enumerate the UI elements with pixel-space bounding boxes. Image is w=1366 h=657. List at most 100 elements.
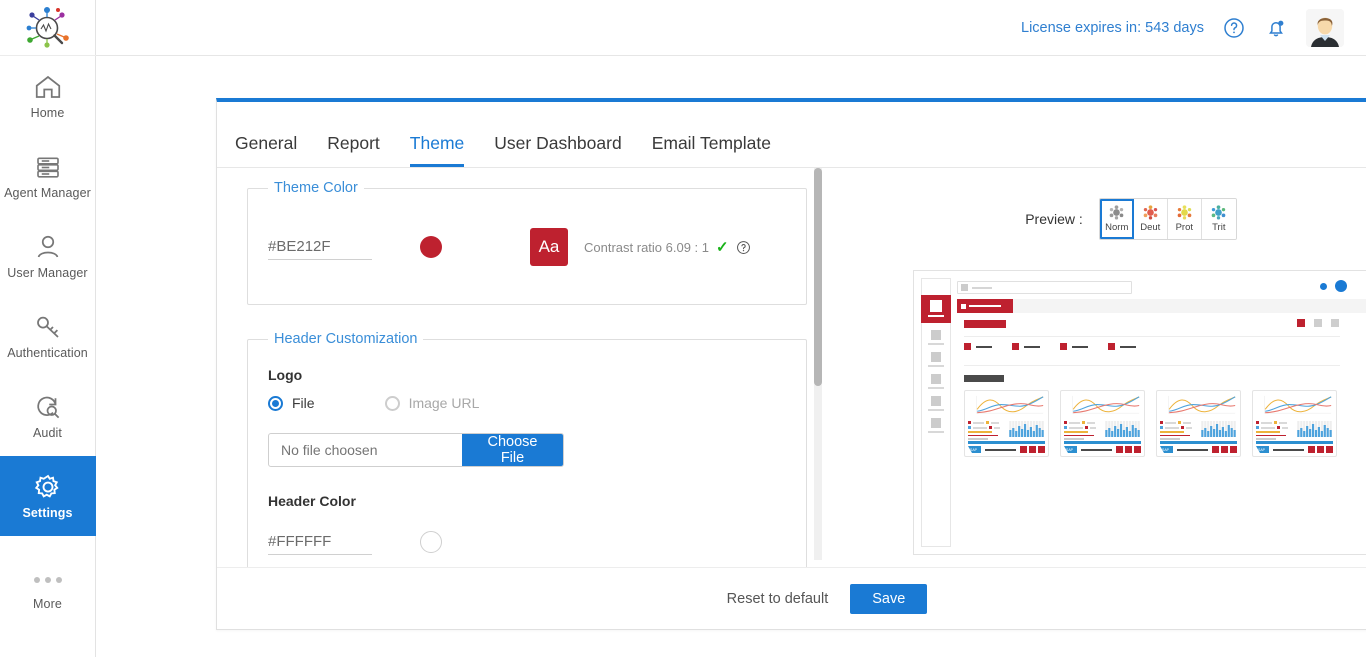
vision-mode-label: Deut bbox=[1140, 222, 1161, 233]
server-icon bbox=[36, 157, 59, 178]
sidebar-item-label: Authentication bbox=[7, 346, 88, 360]
color-cluster-deut-icon bbox=[1143, 205, 1158, 220]
theme-form-pane: Theme Color Aa Contrast ratio 6.09 : 1 ✓ bbox=[217, 168, 825, 572]
header-customization-legend: Header Customization bbox=[274, 331, 418, 347]
notifications-button[interactable] bbox=[1264, 16, 1288, 40]
mock-filter-item bbox=[1012, 343, 1040, 350]
theme-color-swatch[interactable] bbox=[420, 236, 442, 258]
mock-header-dots bbox=[1320, 280, 1347, 292]
form-footer: Reset to default Save bbox=[217, 567, 1366, 629]
save-button[interactable]: Save bbox=[850, 583, 928, 614]
mock-panel: SAP SAP SAP SAP bbox=[957, 313, 1347, 547]
preview-label: Preview : bbox=[1025, 211, 1083, 227]
check-icon: ✓ bbox=[716, 239, 729, 256]
app-logo[interactable] bbox=[0, 0, 96, 56]
theme-preview-mock: SAP SAP SAP SAP bbox=[913, 270, 1366, 555]
radio-image-url-label: Image URL bbox=[408, 395, 480, 411]
vision-mode-label: Norm bbox=[1105, 222, 1129, 233]
mock-sidebar-item bbox=[925, 352, 947, 367]
sidebar-item-home[interactable]: Home bbox=[0, 56, 96, 136]
logo-source-radios: File Image URL bbox=[268, 395, 786, 411]
radio-image-url[interactable]: Image URL bbox=[384, 395, 480, 411]
vision-mode-trit[interactable]: Trit bbox=[1201, 199, 1236, 239]
sidebar-item-label: Audit bbox=[33, 426, 62, 440]
avatar[interactable] bbox=[1306, 8, 1344, 47]
mock-sidebar-item-active bbox=[921, 295, 951, 323]
key-icon bbox=[36, 316, 59, 338]
topbar: License expires in: 543 days bbox=[96, 0, 1366, 56]
contrast-ratio-text: Contrast ratio 6.09 : 1 bbox=[584, 239, 710, 255]
svg-text:SAP: SAP bbox=[1066, 448, 1074, 452]
mock-inner: SAP SAP SAP SAP bbox=[921, 278, 1366, 547]
color-cluster-trit-icon bbox=[1211, 205, 1226, 220]
mock-sidebar-item bbox=[925, 418, 947, 433]
radio-file[interactable]: File bbox=[268, 395, 315, 411]
svg-text:SAP: SAP bbox=[970, 448, 978, 452]
reset-to-default-button[interactable]: Reset to default bbox=[727, 591, 829, 607]
app-root: Home Agent Manager User Manager Authenti… bbox=[0, 0, 1366, 657]
mock-tabbar bbox=[957, 299, 1366, 313]
vision-mode-norm[interactable]: Norm bbox=[1099, 199, 1134, 239]
radio-unselected-icon bbox=[384, 395, 400, 411]
sidebar-item-agent-manager[interactable]: Agent Manager bbox=[0, 136, 96, 216]
mock-sidebar-item bbox=[925, 374, 947, 389]
home-icon bbox=[35, 75, 60, 98]
vision-mode-deut[interactable]: Deut bbox=[1133, 199, 1168, 239]
header-color-swatch[interactable] bbox=[420, 531, 442, 553]
form-scrollbar[interactable] bbox=[814, 168, 822, 560]
tab-report[interactable]: Report bbox=[327, 133, 380, 167]
tab-theme[interactable]: Theme bbox=[409, 133, 465, 167]
mock-title-bar bbox=[964, 320, 1006, 328]
mock-filter-item bbox=[1108, 343, 1136, 350]
mock-filter-row bbox=[964, 337, 1340, 357]
vision-mode-prot[interactable]: Prot bbox=[1167, 199, 1202, 239]
form-scrollbar-thumb[interactable] bbox=[814, 168, 822, 386]
theme-color-group: Theme Color Aa Contrast ratio 6.09 : 1 ✓ bbox=[247, 180, 807, 305]
mock-filter-item bbox=[964, 343, 992, 350]
user-avatar-icon bbox=[1306, 8, 1344, 47]
license-status: License expires in: 543 days bbox=[1021, 19, 1204, 36]
main-area: License expires in: 543 days General Rep… bbox=[96, 0, 1366, 657]
sidebar-item-audit[interactable]: Audit bbox=[0, 376, 96, 456]
user-icon bbox=[37, 235, 58, 258]
mock-chart-card: SAP bbox=[1156, 390, 1241, 457]
theme-color-legend: Theme Color bbox=[274, 180, 358, 196]
sidebar-item-label: Settings bbox=[22, 506, 73, 520]
sidebar-item-more[interactable]: More bbox=[0, 554, 96, 634]
mock-filter-item bbox=[1060, 343, 1088, 350]
mock-sidebar bbox=[921, 278, 951, 547]
sidebar-item-settings[interactable]: Settings bbox=[0, 456, 96, 536]
mock-chart-card: SAP bbox=[1060, 390, 1145, 457]
contrast-sample: Aa bbox=[530, 228, 568, 266]
sidebar-item-label: More bbox=[33, 597, 62, 611]
sidebar-item-authentication[interactable]: Authentication bbox=[0, 296, 96, 376]
help-button[interactable] bbox=[1222, 16, 1246, 40]
theme-color-input[interactable] bbox=[268, 234, 372, 260]
ellipsis-icon bbox=[33, 577, 62, 583]
help-circle-icon[interactable] bbox=[736, 240, 751, 255]
mock-main: SAP SAP SAP SAP bbox=[957, 278, 1366, 547]
sidebar-item-label: Agent Manager bbox=[4, 186, 91, 200]
mock-search-bar bbox=[957, 281, 1132, 294]
sidebar-item-label: Home bbox=[30, 106, 65, 120]
tab-bar: General Report Theme User Dashboard Emai… bbox=[217, 102, 1366, 168]
header-customization-group: Header Customization Logo File Image URL bbox=[247, 331, 807, 572]
tab-general[interactable]: General bbox=[235, 133, 297, 167]
mock-card-list: SAP SAP SAP SAP bbox=[964, 390, 1340, 457]
tab-email-template[interactable]: Email Template bbox=[652, 133, 771, 167]
gear-icon bbox=[34, 474, 59, 498]
sidebar-item-user-manager[interactable]: User Manager bbox=[0, 216, 96, 296]
mock-chart-card: SAP bbox=[1252, 390, 1337, 457]
contrast-ratio: Contrast ratio 6.09 : 1 ✓ bbox=[584, 238, 751, 256]
header-color-row bbox=[268, 521, 786, 563]
preview-header: Preview : Norm Deut Prot Trit bbox=[825, 168, 1366, 240]
header-color-input[interactable] bbox=[268, 529, 372, 555]
file-name-input[interactable] bbox=[269, 442, 462, 458]
color-cluster-prot-icon bbox=[1177, 205, 1192, 220]
choose-file-button[interactable]: Choose File bbox=[462, 434, 563, 466]
mock-tab-active bbox=[957, 299, 1013, 313]
header-color-label: Header Color bbox=[268, 493, 356, 509]
tab-user-dashboard[interactable]: User Dashboard bbox=[494, 133, 621, 167]
mock-sidebar-item bbox=[925, 396, 947, 411]
sidebar: Home Agent Manager User Manager Authenti… bbox=[0, 0, 96, 657]
